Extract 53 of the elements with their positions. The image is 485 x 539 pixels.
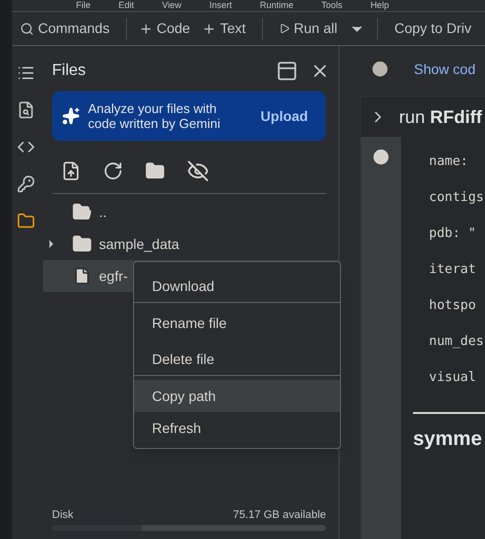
- code-field-label: iterat: [429, 261, 477, 278]
- add-code-button[interactable]: Code: [134, 14, 194, 42]
- menu-item[interactable]: View: [162, 1, 182, 10]
- menu-item[interactable]: Insert: [209, 1, 232, 10]
- search-icon: [20, 22, 34, 36]
- menu-option[interactable]: Rename file: [134, 307, 340, 339]
- code-field-label: contigs: [429, 189, 485, 206]
- menu-option[interactable]: Copy path: [134, 380, 340, 412]
- menu-item[interactable]: Help: [370, 1, 389, 10]
- show-code-link[interactable]: Show cod: [414, 58, 476, 80]
- run-all-button[interactable]: Run all: [270, 14, 346, 42]
- code-field-label: name:: [429, 153, 470, 170]
- panel-title: Files: [52, 61, 87, 81]
- section-heading: symme: [413, 427, 483, 452]
- plus-icon: [138, 22, 153, 36]
- menu-item[interactable]: Tools: [321, 1, 342, 10]
- menu-option[interactable]: Refresh: [134, 412, 340, 444]
- disk-label: Disk: [52, 508, 74, 522]
- add-text-button[interactable]: Text: [194, 14, 254, 42]
- list-icon[interactable]: [17, 64, 35, 82]
- upload-button[interactable]: Upload: [252, 106, 316, 126]
- commands-button[interactable]: Commands: [12, 14, 118, 42]
- key-icon[interactable]: [17, 175, 35, 193]
- folder-icon: [72, 202, 92, 222]
- menu-item[interactable]: Edit: [118, 1, 134, 10]
- refresh-icon[interactable]: [103, 161, 123, 181]
- menu-item[interactable]: Runtime: [260, 1, 294, 10]
- folder-icon: [72, 234, 92, 254]
- file-icon: [73, 267, 91, 285]
- menu-option[interactable]: Download: [134, 266, 340, 303]
- banner-text: Analyze your files with code written by Gemini: [88, 101, 222, 131]
- file-name: sample_data: [99, 234, 180, 254]
- plus-icon: [202, 22, 216, 36]
- hidden-files-icon[interactable]: [187, 160, 209, 182]
- sparkle-icon: [62, 107, 80, 125]
- play-icon: [278, 23, 290, 34]
- menu-option[interactable]: Delete file: [134, 339, 340, 376]
- file-tree-row[interactable]: ..: [43, 196, 338, 228]
- code-field-label: num_des: [429, 333, 485, 350]
- code-field-label: hotspo: [429, 297, 477, 314]
- window-icon[interactable]: [276, 60, 298, 82]
- copy-to-drive-button[interactable]: Copy to Driv: [386, 14, 480, 42]
- code-field-label: visual: [429, 369, 477, 386]
- upload-file-icon[interactable]: [61, 161, 81, 181]
- disk-available: 75.17 GB available: [233, 508, 326, 522]
- file-name: ..: [99, 202, 107, 222]
- menu-item[interactable]: File: [76, 1, 91, 10]
- file-tree-row[interactable]: sample_data: [43, 228, 338, 260]
- code-field-label: pdb: ": [429, 225, 477, 242]
- document-search-icon[interactable]: [17, 101, 35, 119]
- folder-icon[interactable]: [17, 212, 35, 230]
- file-name: egfr-: [99, 266, 128, 286]
- section-heading: run RFdiff: [399, 106, 482, 128]
